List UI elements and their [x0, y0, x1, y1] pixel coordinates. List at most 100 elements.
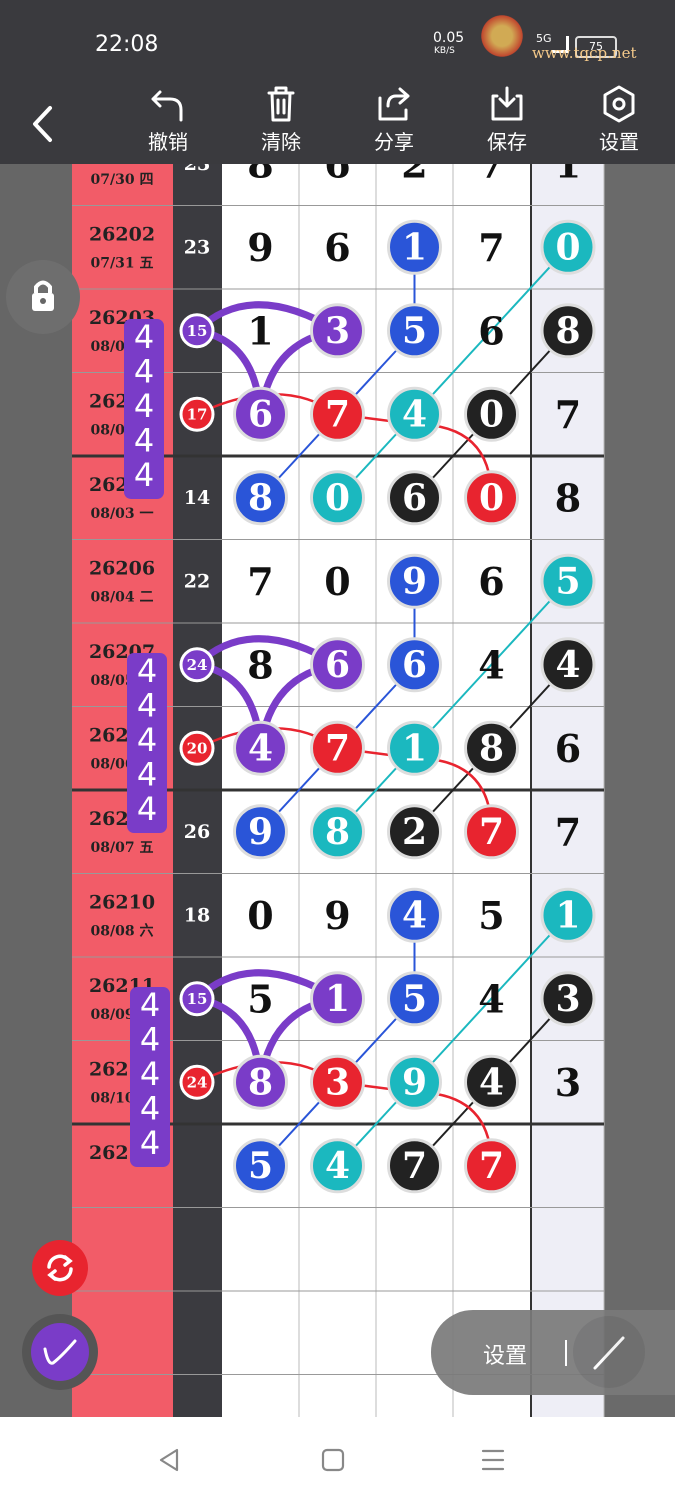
refresh-icon [47, 1254, 73, 1282]
extra-value: 3 [555, 1060, 581, 1105]
extra-value: 1 [555, 164, 581, 186]
back-button[interactable] [20, 100, 70, 150]
save-label: 保存 [487, 130, 527, 154]
clear-button[interactable]: 清除 [241, 82, 321, 164]
badge-digit: 4 [140, 1124, 160, 1162]
digit-value: 3 [325, 1061, 350, 1103]
period-number: 26206 [89, 557, 155, 579]
sum-value: 24 [187, 656, 208, 674]
nav-menu-icon[interactable] [480, 1447, 506, 1473]
sum-value: 15 [187, 322, 208, 340]
digit-value: 5 [248, 1145, 273, 1187]
lock-button[interactable] [6, 260, 80, 334]
settings-button[interactable]: 设置 [579, 82, 659, 164]
refresh-button[interactable] [32, 1240, 88, 1296]
digit-value: 4 [402, 393, 427, 435]
digit-value: 7 [247, 559, 273, 604]
share-label: 分享 [374, 130, 414, 154]
digit-value: 1 [247, 308, 273, 353]
extra-value: 7 [555, 809, 581, 854]
period-number: 26202 [89, 223, 155, 245]
digit-value: 7 [402, 1145, 427, 1187]
status-bar: 22:08 0.05 KB/S 5G 75 www.tqcp.net [0, 0, 675, 82]
digit-value: 7 [478, 164, 504, 186]
digit-value: 6 [324, 164, 350, 186]
sum-value: 15 [187, 990, 208, 1008]
chart-canvas[interactable]: 2620107/30 四23862712620207/31 五239617026… [0, 164, 675, 1417]
badge-digit: 4 [137, 652, 157, 690]
digit-value: 4 [325, 1145, 350, 1187]
sum-value: 17 [187, 405, 208, 423]
clock: 22:08 [95, 32, 159, 57]
extra-value: 3 [555, 978, 580, 1020]
digit-value: 8 [248, 1061, 273, 1103]
digit-value: 8 [247, 164, 273, 186]
watermark-logo-icon [478, 12, 526, 60]
period-date: 07/30 四 [91, 172, 154, 188]
undo-button[interactable]: 撤销 [128, 82, 208, 164]
digit-value: 2 [402, 811, 427, 853]
settings-icon [603, 85, 635, 123]
badge-digit: 4 [137, 687, 157, 725]
save-button[interactable]: 保存 [467, 82, 547, 164]
badge-digit: 4 [140, 1090, 160, 1128]
digit-value: 9 [402, 1061, 427, 1103]
badge-digit: 4 [134, 318, 154, 356]
chart-grid[interactable]: 2620107/30 四23862712620207/31 五239617026… [0, 164, 675, 1417]
digit-value: 6 [402, 644, 427, 686]
digit-value: 0 [247, 893, 273, 938]
extra-value: 8 [555, 310, 580, 352]
system-nav-bar [0, 1417, 675, 1500]
net-speed: 0.05 [433, 30, 465, 46]
sum-value: 18 [184, 904, 210, 926]
period-date: 07/31 五 [91, 255, 154, 271]
sum-value: 23 [184, 236, 210, 258]
sum-value: 24 [187, 1073, 208, 1091]
digit-value: 1 [402, 727, 427, 769]
save-icon [491, 86, 523, 121]
digit-value: 1 [402, 226, 427, 268]
extra-value: 7 [555, 392, 581, 437]
digit-value: 8 [247, 642, 273, 687]
period-date: 08/03 一 [91, 506, 154, 522]
settings-label: 设置 [599, 130, 639, 154]
digit-value: 7 [325, 393, 350, 435]
clear-label: 清除 [261, 130, 301, 154]
sum-value: 14 [184, 487, 210, 509]
pen-stroke-icon [43, 1339, 77, 1365]
badge-digit: 4 [140, 1055, 160, 1093]
share-button[interactable]: 分享 [354, 82, 434, 164]
floating-settings-button[interactable]: 设置 [483, 1338, 527, 1370]
digit-value: 0 [479, 393, 504, 435]
digit-value: 6 [325, 644, 350, 686]
pen-tool-inner [31, 1323, 89, 1381]
digit-value: 7 [479, 1145, 504, 1187]
undo-icon [151, 90, 183, 122]
digit-value: 5 [478, 893, 504, 938]
digit-value: 9 [247, 225, 273, 270]
line-tool-button[interactable] [573, 1316, 645, 1388]
extra-value: 8 [555, 475, 581, 520]
digit-value: 6 [478, 559, 504, 604]
nav-back-icon[interactable] [157, 1447, 183, 1473]
extra-value: 1 [555, 894, 580, 936]
badge-digit: 4 [140, 1021, 160, 1059]
line-tool-icon [593, 1336, 625, 1370]
digit-value: 9 [248, 811, 273, 853]
digit-value: 7 [478, 225, 504, 270]
nav-home-icon[interactable] [320, 1447, 346, 1473]
pill-divider [565, 1340, 567, 1366]
digit-value: 8 [248, 477, 273, 519]
undo-label: 撤销 [148, 130, 188, 154]
period-date: 08/07 五 [91, 840, 154, 856]
period-date: 08/04 二 [91, 589, 154, 605]
pen-tool-button[interactable] [22, 1314, 98, 1390]
digit-value: 5 [402, 310, 427, 352]
sum-value: 22 [184, 570, 210, 592]
digit-value: 9 [324, 893, 350, 938]
sum-value: 20 [187, 739, 208, 757]
watermark-url: www.tqcp.net [532, 44, 637, 62]
right-margin [604, 164, 675, 1417]
digit-value: 7 [479, 811, 504, 853]
badge-digit: 4 [134, 353, 154, 391]
